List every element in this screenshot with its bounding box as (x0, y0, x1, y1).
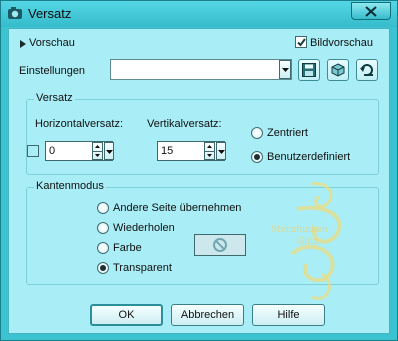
vertical-offset-spinner[interactable] (204, 142, 215, 160)
radio-color[interactable] (97, 242, 109, 254)
chevron-down-icon (282, 68, 289, 72)
settings-dropdown-button[interactable] (279, 60, 291, 79)
reset-icon (360, 64, 373, 76)
settings-label: Einstellungen (19, 65, 86, 77)
radio-repeat[interactable] (97, 222, 109, 234)
vertical-offset-label: Vertikalversatz: (147, 118, 222, 130)
horizontal-offset-spinner[interactable] (92, 142, 103, 160)
reset-button[interactable] (356, 59, 378, 81)
horizontal-offset-dropdown[interactable] (104, 142, 114, 160)
color-swatch[interactable] (194, 234, 246, 256)
vertical-offset-value: 15 (161, 145, 174, 157)
close-button[interactable] (351, 2, 391, 20)
watermark-line-1: Sternfunken (271, 225, 328, 235)
cube-icon (331, 63, 345, 77)
offset-group-title: Versatz (34, 92, 75, 104)
vertical-offset-dropdown[interactable] (216, 142, 226, 160)
dialog-content: Vorschau Bildvorschau Einstellungen Vers… (8, 28, 390, 334)
close-icon (365, 6, 377, 17)
preview-toggle-label[interactable]: Vorschau (29, 37, 75, 49)
radio-custom[interactable] (251, 151, 263, 163)
cancel-button[interactable]: Abbrechen (171, 304, 244, 326)
radio-centered[interactable] (251, 127, 263, 139)
radio-wrap[interactable] (97, 202, 109, 214)
watermark-line-2: Glitz (297, 237, 319, 247)
window-title: Versatz (28, 6, 72, 21)
expand-triangle-icon[interactable] (20, 40, 26, 48)
spin-up-icon (207, 145, 212, 148)
link-offset-checkbox[interactable] (27, 145, 39, 157)
spin-down-icon (207, 154, 212, 157)
app-icon (8, 7, 22, 20)
edge-mode-group-title: Kantenmodus (34, 180, 106, 192)
ok-button[interactable]: OK (90, 304, 163, 326)
image-preview-label: Bildvorschau (310, 37, 373, 49)
chevron-down-icon (106, 150, 113, 154)
checkmark-icon (297, 38, 306, 47)
image-preview-checkbox[interactable] (295, 36, 307, 48)
horizontal-offset-label: Horizontalversatz: (35, 118, 124, 130)
offset-group: Versatz (26, 92, 379, 175)
radio-custom-label: Benutzerdefiniert (267, 151, 351, 163)
dialog-window: Versatz Vorschau Bildvorschau Einstellun… (0, 0, 398, 341)
radio-repeat-label: Wiederholen (113, 222, 175, 234)
chevron-down-icon (218, 150, 225, 154)
horizontal-offset-value: 0 (49, 145, 56, 157)
load-preset-button[interactable] (327, 59, 349, 81)
radio-color-label: Farbe (113, 242, 142, 254)
spin-down-icon (95, 154, 100, 157)
spin-up-icon (95, 145, 100, 148)
watermark: Sternfunken Glitz (267, 179, 367, 309)
radio-centered-label: Zentriert (267, 127, 308, 139)
settings-select[interactable] (110, 59, 292, 80)
radio-transparent-label: Transparent (113, 262, 172, 274)
radio-transparent[interactable] (97, 262, 109, 274)
radio-wrap-label: Andere Seite übernehmen (113, 202, 242, 214)
title-bar[interactable]: Versatz (1, 1, 397, 27)
disabled-icon (213, 238, 227, 252)
help-button[interactable]: Hilfe (252, 304, 325, 326)
save-preset-button[interactable] (298, 59, 320, 81)
floppy-disk-icon (302, 63, 316, 77)
